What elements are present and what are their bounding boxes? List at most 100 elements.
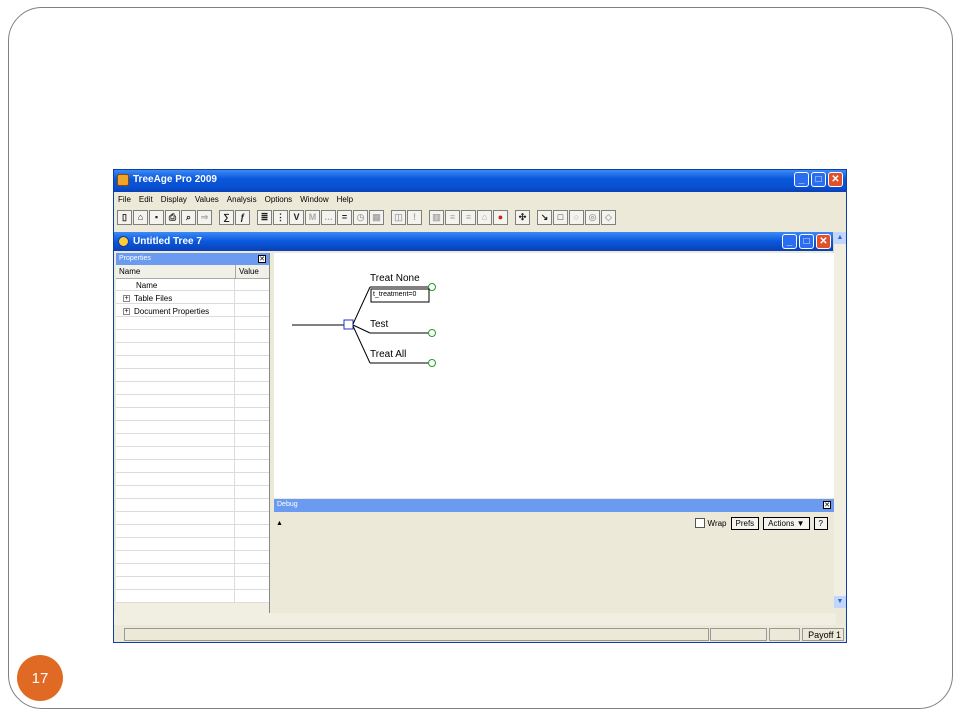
help-button[interactable]: ? — [813, 516, 828, 530]
decision-tree — [292, 283, 436, 367]
move-icon[interactable]: ✣ — [515, 209, 530, 225]
property-label: Table Files — [134, 294, 173, 303]
debug-header: Debug ✕ — [274, 499, 834, 512]
app-title-bar[interactable]: TreeAge Pro 2009 _ □ ✕ — [114, 170, 846, 192]
document-title: Untitled Tree 7 — [133, 236, 202, 247]
book-icon[interactable]: ◫ — [391, 209, 406, 225]
properties-header: Properties ✕ — [116, 253, 269, 265]
menu-bar: File Edit Display Values Analysis Option… — [114, 192, 846, 206]
menu-help[interactable]: Help — [337, 195, 353, 204]
color-icon[interactable]: ● — [493, 209, 508, 225]
doc-maximize-button[interactable]: □ — [799, 234, 814, 249]
app-title: TreeAge Pro 2009 — [133, 174, 217, 185]
debug-output[interactable] — [274, 535, 834, 613]
square-node-icon[interactable]: □ — [553, 209, 568, 225]
variables-icon[interactable]: ∑ — [219, 209, 234, 225]
new-doc-icon[interactable]: ▯ — [117, 209, 132, 225]
value-icon[interactable]: V — [289, 209, 304, 225]
tree-canvas[interactable]: Treat None t_treatment=0 Test Treat All — [274, 253, 834, 498]
wrap-checkbox[interactable] — [694, 518, 705, 528]
debug-title: Debug — [277, 501, 298, 508]
menu-file[interactable]: File — [118, 195, 131, 204]
close-button[interactable]: ✕ — [828, 172, 843, 187]
debug-collapse-icon[interactable]: ▲ — [276, 520, 283, 527]
menu-edit[interactable]: Edit — [139, 195, 153, 204]
branch-line-treat-none-diag — [352, 286, 371, 325]
maximize-button[interactable]: □ — [811, 172, 826, 187]
sens-1way-icon[interactable]: ≡ — [445, 209, 460, 225]
document-title-bar[interactable]: Untitled Tree 7 _ □ ✕ — [114, 232, 846, 251]
branch-annotation[interactable]: t_treatment=0 — [373, 291, 416, 298]
properties-title: Properties — [119, 255, 151, 262]
print-icon[interactable]: ⎙ — [165, 209, 180, 225]
function-icon[interactable]: ƒ — [235, 209, 250, 225]
branch-label-test[interactable]: Test — [370, 319, 388, 330]
properties-close-icon[interactable]: ✕ — [258, 255, 266, 263]
diamond-node-icon[interactable]: ◇ — [601, 209, 616, 225]
menu-values[interactable]: Values — [195, 195, 219, 204]
save-icon[interactable]: ▪ — [149, 209, 164, 225]
dots-icon[interactable]: … — [321, 209, 336, 225]
properties-horizontal-scrollbar[interactable] — [116, 603, 269, 613]
menu-options[interactable]: Options — [265, 195, 293, 204]
scroll-up-icon[interactable]: ▲ — [834, 232, 846, 244]
terminal-node-test — [428, 329, 436, 337]
doc-close-button[interactable]: ✕ — [816, 234, 831, 249]
property-row-document-properties[interactable]: + Document Properties — [123, 305, 209, 318]
treeage-app-icon — [117, 174, 129, 186]
branch-label-treat-none[interactable]: Treat None — [370, 273, 420, 284]
properties-column-headers: Name Value — [116, 265, 269, 279]
terminal-node-treat-none — [428, 283, 436, 291]
circle-node-icon[interactable]: ○ — [569, 209, 584, 225]
status-cell-2 — [710, 628, 767, 641]
terminal-node-icon[interactable]: ◎ — [585, 209, 600, 225]
treeage-window: TreeAge Pro 2009 _ □ ✕ File Edit Display… — [113, 169, 847, 643]
terminal-node-treat-all — [428, 359, 436, 367]
expand-plus-icon[interactable]: + — [123, 308, 130, 316]
home-icon[interactable]: ⌂ — [477, 209, 492, 225]
calculator-icon[interactable]: ▦ — [369, 209, 384, 225]
status-cell-message — [124, 628, 709, 641]
column-value: Value — [239, 267, 259, 276]
menu-window[interactable]: Window — [300, 195, 328, 204]
properties-panel: Properties ✕ Name Value Name + Table File… — [116, 253, 270, 613]
property-label: Name — [136, 281, 158, 290]
equals-icon[interactable]: = — [337, 209, 352, 225]
property-label: Document Properties — [134, 307, 210, 316]
clock-icon[interactable]: ◷ — [353, 209, 368, 225]
tree-doc-icon — [118, 236, 129, 247]
warning-icon[interactable]: ! — [407, 209, 422, 225]
page-number-badge: 17 — [17, 655, 63, 701]
sens-2way-icon[interactable]: ≡ — [461, 209, 476, 225]
tree-props-icon[interactable]: ≣ — [257, 209, 272, 225]
debug-close-icon[interactable]: ✕ — [823, 501, 831, 509]
property-row-name[interactable]: Name — [136, 279, 157, 292]
print-preview-icon[interactable]: ⌕ — [181, 209, 196, 225]
variable-def-icon[interactable]: ⋮ — [273, 209, 288, 225]
main-vertical-scrollbar[interactable]: ▲ ▼ — [833, 232, 846, 608]
prefs-button[interactable]: Prefs — [730, 516, 760, 530]
menu-display[interactable]: Display — [161, 195, 187, 204]
status-payoff: Payoff 1 — [802, 628, 844, 641]
actions-button[interactable]: Actions ▼ — [763, 516, 810, 530]
menu-analysis[interactable]: Analysis — [227, 195, 257, 204]
export-icon[interactable]: ⇒ — [197, 209, 212, 225]
branch-label-treat-all[interactable]: Treat All — [370, 349, 406, 360]
debug-panel: Debug ✕ ▲ Wrap Prefs Actions ▼ ? — [274, 499, 834, 613]
bar-chart-icon[interactable]: ▥ — [429, 209, 444, 225]
decision-node — [343, 319, 354, 330]
status-cell-3 — [769, 628, 800, 641]
wrap-label: Wrap — [707, 518, 727, 528]
main-horizontal-scrollbar[interactable] — [114, 613, 836, 625]
arrow-icon[interactable]: ↘ — [537, 209, 552, 225]
debug-toolbar: ▲ Wrap Prefs Actions ▼ ? — [274, 512, 834, 534]
expand-plus-icon[interactable]: + — [123, 295, 130, 303]
doc-minimize-button[interactable]: _ — [782, 234, 797, 249]
minimize-button[interactable]: _ — [794, 172, 809, 187]
scroll-down-icon[interactable]: ▼ — [834, 596, 846, 608]
property-row-table-files[interactable]: + Table Files — [123, 292, 172, 305]
open-icon[interactable]: ⌂ — [133, 209, 148, 225]
markov-icon[interactable]: M — [305, 209, 320, 225]
status-bar: Payoff 1 — [114, 627, 846, 642]
main-toolbar: ▯ ⌂ ▪ ⎙ ⌕ ⇒ ∑ ƒ ≣ ⋮ V M … = ◷ ▦ ◫ ! ▥ ≡ … — [117, 207, 616, 227]
